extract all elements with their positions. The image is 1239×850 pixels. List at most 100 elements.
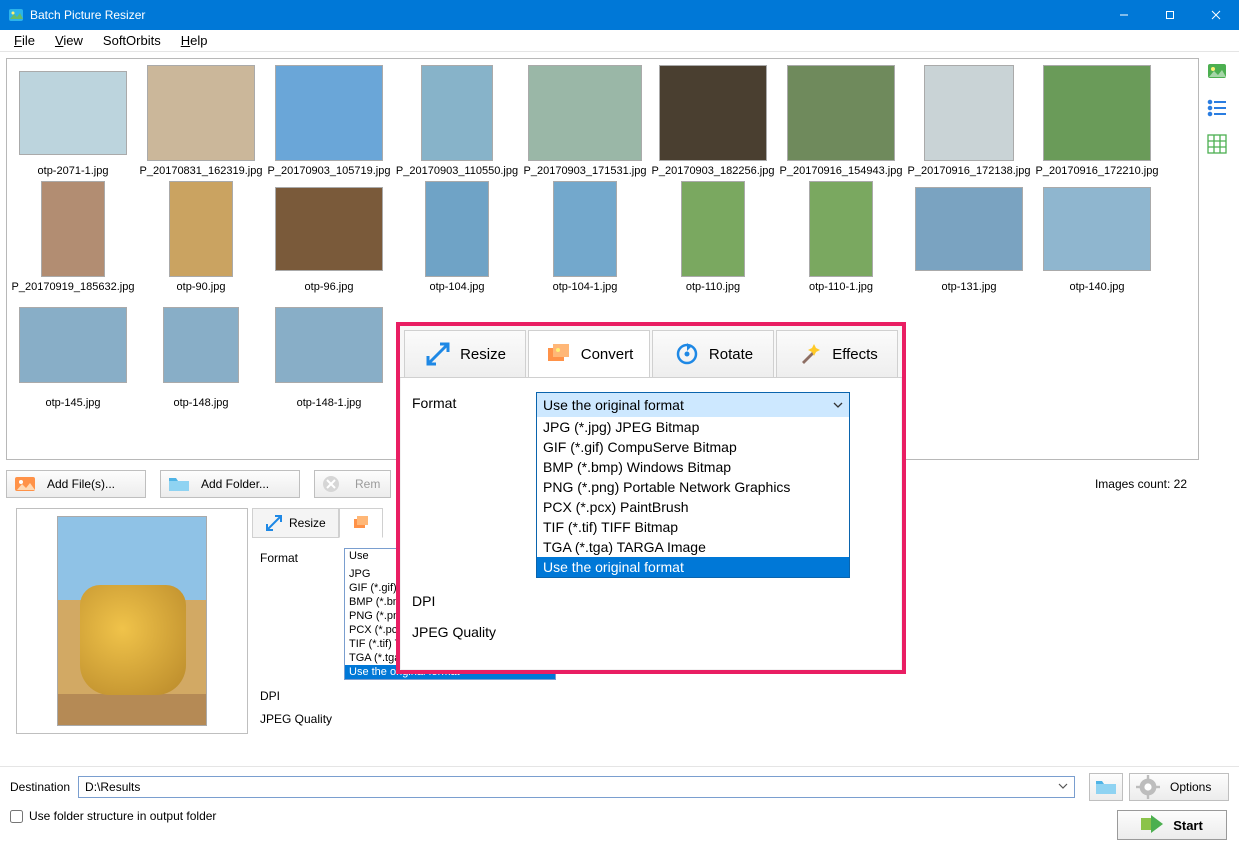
- thumbnail-label: P_20170916_172210.jpg: [1036, 163, 1159, 177]
- thumbnail-label: otp-104.jpg: [429, 279, 484, 293]
- format-option[interactable]: Use the original format: [537, 557, 849, 577]
- tab-resize[interactable]: Resize: [404, 330, 526, 377]
- thumbnail-label: otp-148.jpg: [173, 395, 228, 409]
- tab-convert[interactable]: Convert: [528, 330, 650, 377]
- format-option[interactable]: PNG (*.png) Portable Network Graphics: [537, 477, 849, 497]
- destination-value: D:\Results: [85, 780, 140, 794]
- format-label: Format: [412, 392, 536, 411]
- tab-rotate-label: Rotate: [709, 346, 753, 363]
- thumbnail-item[interactable]: P_20170903_110550.jpg: [395, 63, 519, 177]
- menu-help[interactable]: Help: [171, 33, 218, 48]
- destination-label: Destination: [10, 780, 70, 794]
- thumbnail-item[interactable]: otp-148-1.jpg: [267, 295, 391, 409]
- tab-rotate[interactable]: Rotate: [652, 330, 774, 377]
- use-folder-structure-label: Use folder structure in output folder: [29, 809, 216, 823]
- menu-softorbits[interactable]: SoftOrbits: [93, 33, 171, 48]
- image-add-icon: [13, 474, 37, 494]
- app-icon: [8, 7, 24, 23]
- thumbnail-label: P_20170919_185632.jpg: [12, 279, 135, 293]
- add-folder-button[interactable]: Add Folder...: [160, 470, 300, 498]
- thumbnail-item[interactable]: otp-104-1.jpg: [523, 179, 647, 293]
- thumbnail-label: otp-110.jpg: [686, 279, 740, 293]
- rotate-icon: [673, 340, 701, 368]
- thumbnail-item[interactable]: otp-131.jpg: [907, 179, 1031, 293]
- format-combo[interactable]: Use the original format JPG (*.jpg) JPEG…: [536, 392, 850, 578]
- folder-icon: [167, 474, 191, 494]
- dpi-label-small: DPI: [260, 686, 344, 703]
- maximize-button[interactable]: [1147, 0, 1193, 30]
- thumbnail-label: otp-2071-1.jpg: [38, 163, 109, 177]
- thumbnail-item[interactable]: otp-140.jpg: [1035, 179, 1159, 293]
- thumbnail-item[interactable]: otp-2071-1.jpg: [11, 63, 135, 177]
- thumbnail-item[interactable]: P_20170903_171531.jpg: [523, 63, 647, 177]
- thumbnail-item[interactable]: P_20170916_154943.jpg: [779, 63, 903, 177]
- browse-folder-button[interactable]: [1089, 773, 1123, 801]
- resize-icon: [265, 514, 283, 532]
- options-button[interactable]: Options: [1129, 773, 1229, 801]
- tab-resize-label: Resize: [289, 516, 326, 530]
- menu-view[interactable]: View: [45, 33, 93, 48]
- thumbnail-label: otp-148-1.jpg: [297, 395, 362, 409]
- tab-resize-small[interactable]: Resize: [252, 508, 339, 538]
- thumbnail-item[interactable]: otp-90.jpg: [139, 179, 263, 293]
- thumbnail-item[interactable]: otp-96.jpg: [267, 179, 391, 293]
- thumbnail-item[interactable]: P_20170903_105719.jpg: [267, 63, 391, 177]
- tab-convert-small[interactable]: [339, 508, 383, 538]
- thumbnail-item[interactable]: P_20170919_185632.jpg: [11, 179, 135, 293]
- tab-convert-label: Convert: [581, 346, 634, 363]
- thumbnail-item[interactable]: otp-110-1.jpg: [779, 179, 903, 293]
- destination-input[interactable]: D:\Results: [78, 776, 1075, 798]
- thumbnail-item[interactable]: P_20170831_162319.jpg: [139, 63, 263, 177]
- menu-file[interactable]: File: [4, 33, 45, 48]
- format-label-small: Format: [260, 548, 344, 565]
- add-files-label: Add File(s)...: [47, 477, 115, 491]
- close-button[interactable]: [1193, 0, 1239, 30]
- format-option[interactable]: BMP (*.bmp) Windows Bitmap: [537, 457, 849, 477]
- view-list-button[interactable]: [1203, 94, 1231, 122]
- format-option[interactable]: TIF (*.tif) TIFF Bitmap: [537, 517, 849, 537]
- use-folder-structure-checkbox[interactable]: [10, 810, 23, 823]
- thumbnail-label: otp-140.jpg: [1069, 279, 1124, 293]
- tab-effects[interactable]: Effects: [776, 330, 898, 377]
- remove-button[interactable]: Rem: [314, 470, 391, 498]
- chevron-down-icon: [1058, 780, 1068, 794]
- start-button[interactable]: Start: [1117, 810, 1227, 840]
- remove-icon: [321, 474, 345, 494]
- thumbnail-item[interactable]: otp-110.jpg: [651, 179, 775, 293]
- convert-icon: [545, 340, 573, 368]
- thumbnail-item[interactable]: P_20170903_182256.jpg: [651, 63, 775, 177]
- thumbnail-item[interactable]: P_20170916_172210.jpg: [1035, 63, 1159, 177]
- preview-pane: [16, 508, 248, 734]
- thumbnail-label: P_20170916_154943.jpg: [780, 163, 903, 177]
- thumbnail-label: otp-110-1.jpg: [809, 279, 873, 293]
- chevron-down-icon: [833, 397, 843, 413]
- start-label: Start: [1173, 818, 1203, 833]
- thumbnail-label: P_20170903_110550.jpg: [396, 163, 518, 177]
- thumbnail-label: P_20170916_172138.jpg: [908, 163, 1031, 177]
- thumbnail-item[interactable]: P_20170916_172138.jpg: [907, 63, 1031, 177]
- bottom-bar: Destination D:\Results Options Use folde…: [0, 766, 1239, 850]
- thumbnail-label: P_20170831_162319.jpg: [140, 163, 263, 177]
- images-count-label: Images count: 22: [1095, 477, 1187, 491]
- thumbnail-label: otp-131.jpg: [941, 279, 996, 293]
- view-thumbnails-button[interactable]: [1203, 58, 1231, 86]
- view-details-button[interactable]: [1203, 130, 1231, 158]
- view-mode-sidebar: [1199, 52, 1239, 766]
- thumbnail-item[interactable]: otp-145.jpg: [11, 295, 135, 409]
- thumbnail-item[interactable]: otp-104.jpg: [395, 179, 519, 293]
- format-option[interactable]: GIF (*.gif) CompuServe Bitmap: [537, 437, 849, 457]
- add-files-button[interactable]: Add File(s)...: [6, 470, 146, 498]
- jpeg-quality-label: JPEG Quality: [412, 621, 536, 640]
- format-option[interactable]: TGA (*.tga) TARGA Image: [537, 537, 849, 557]
- convert-panel-zoom: Resize Convert Rotate Effects Format: [396, 322, 906, 674]
- format-option[interactable]: PCX (*.pcx) PaintBrush: [537, 497, 849, 517]
- thumbnail-label: P_20170903_171531.jpg: [524, 163, 647, 177]
- remove-label: Rem: [355, 477, 380, 491]
- thumbnail-item[interactable]: otp-148.jpg: [139, 295, 263, 409]
- minimize-button[interactable]: [1101, 0, 1147, 30]
- add-folder-label: Add Folder...: [201, 477, 269, 491]
- dpi-label: DPI: [412, 590, 536, 609]
- format-selected: Use the original format: [543, 397, 684, 413]
- window-title: Batch Picture Resizer: [30, 8, 145, 22]
- format-option[interactable]: JPG (*.jpg) JPEG Bitmap: [537, 417, 849, 437]
